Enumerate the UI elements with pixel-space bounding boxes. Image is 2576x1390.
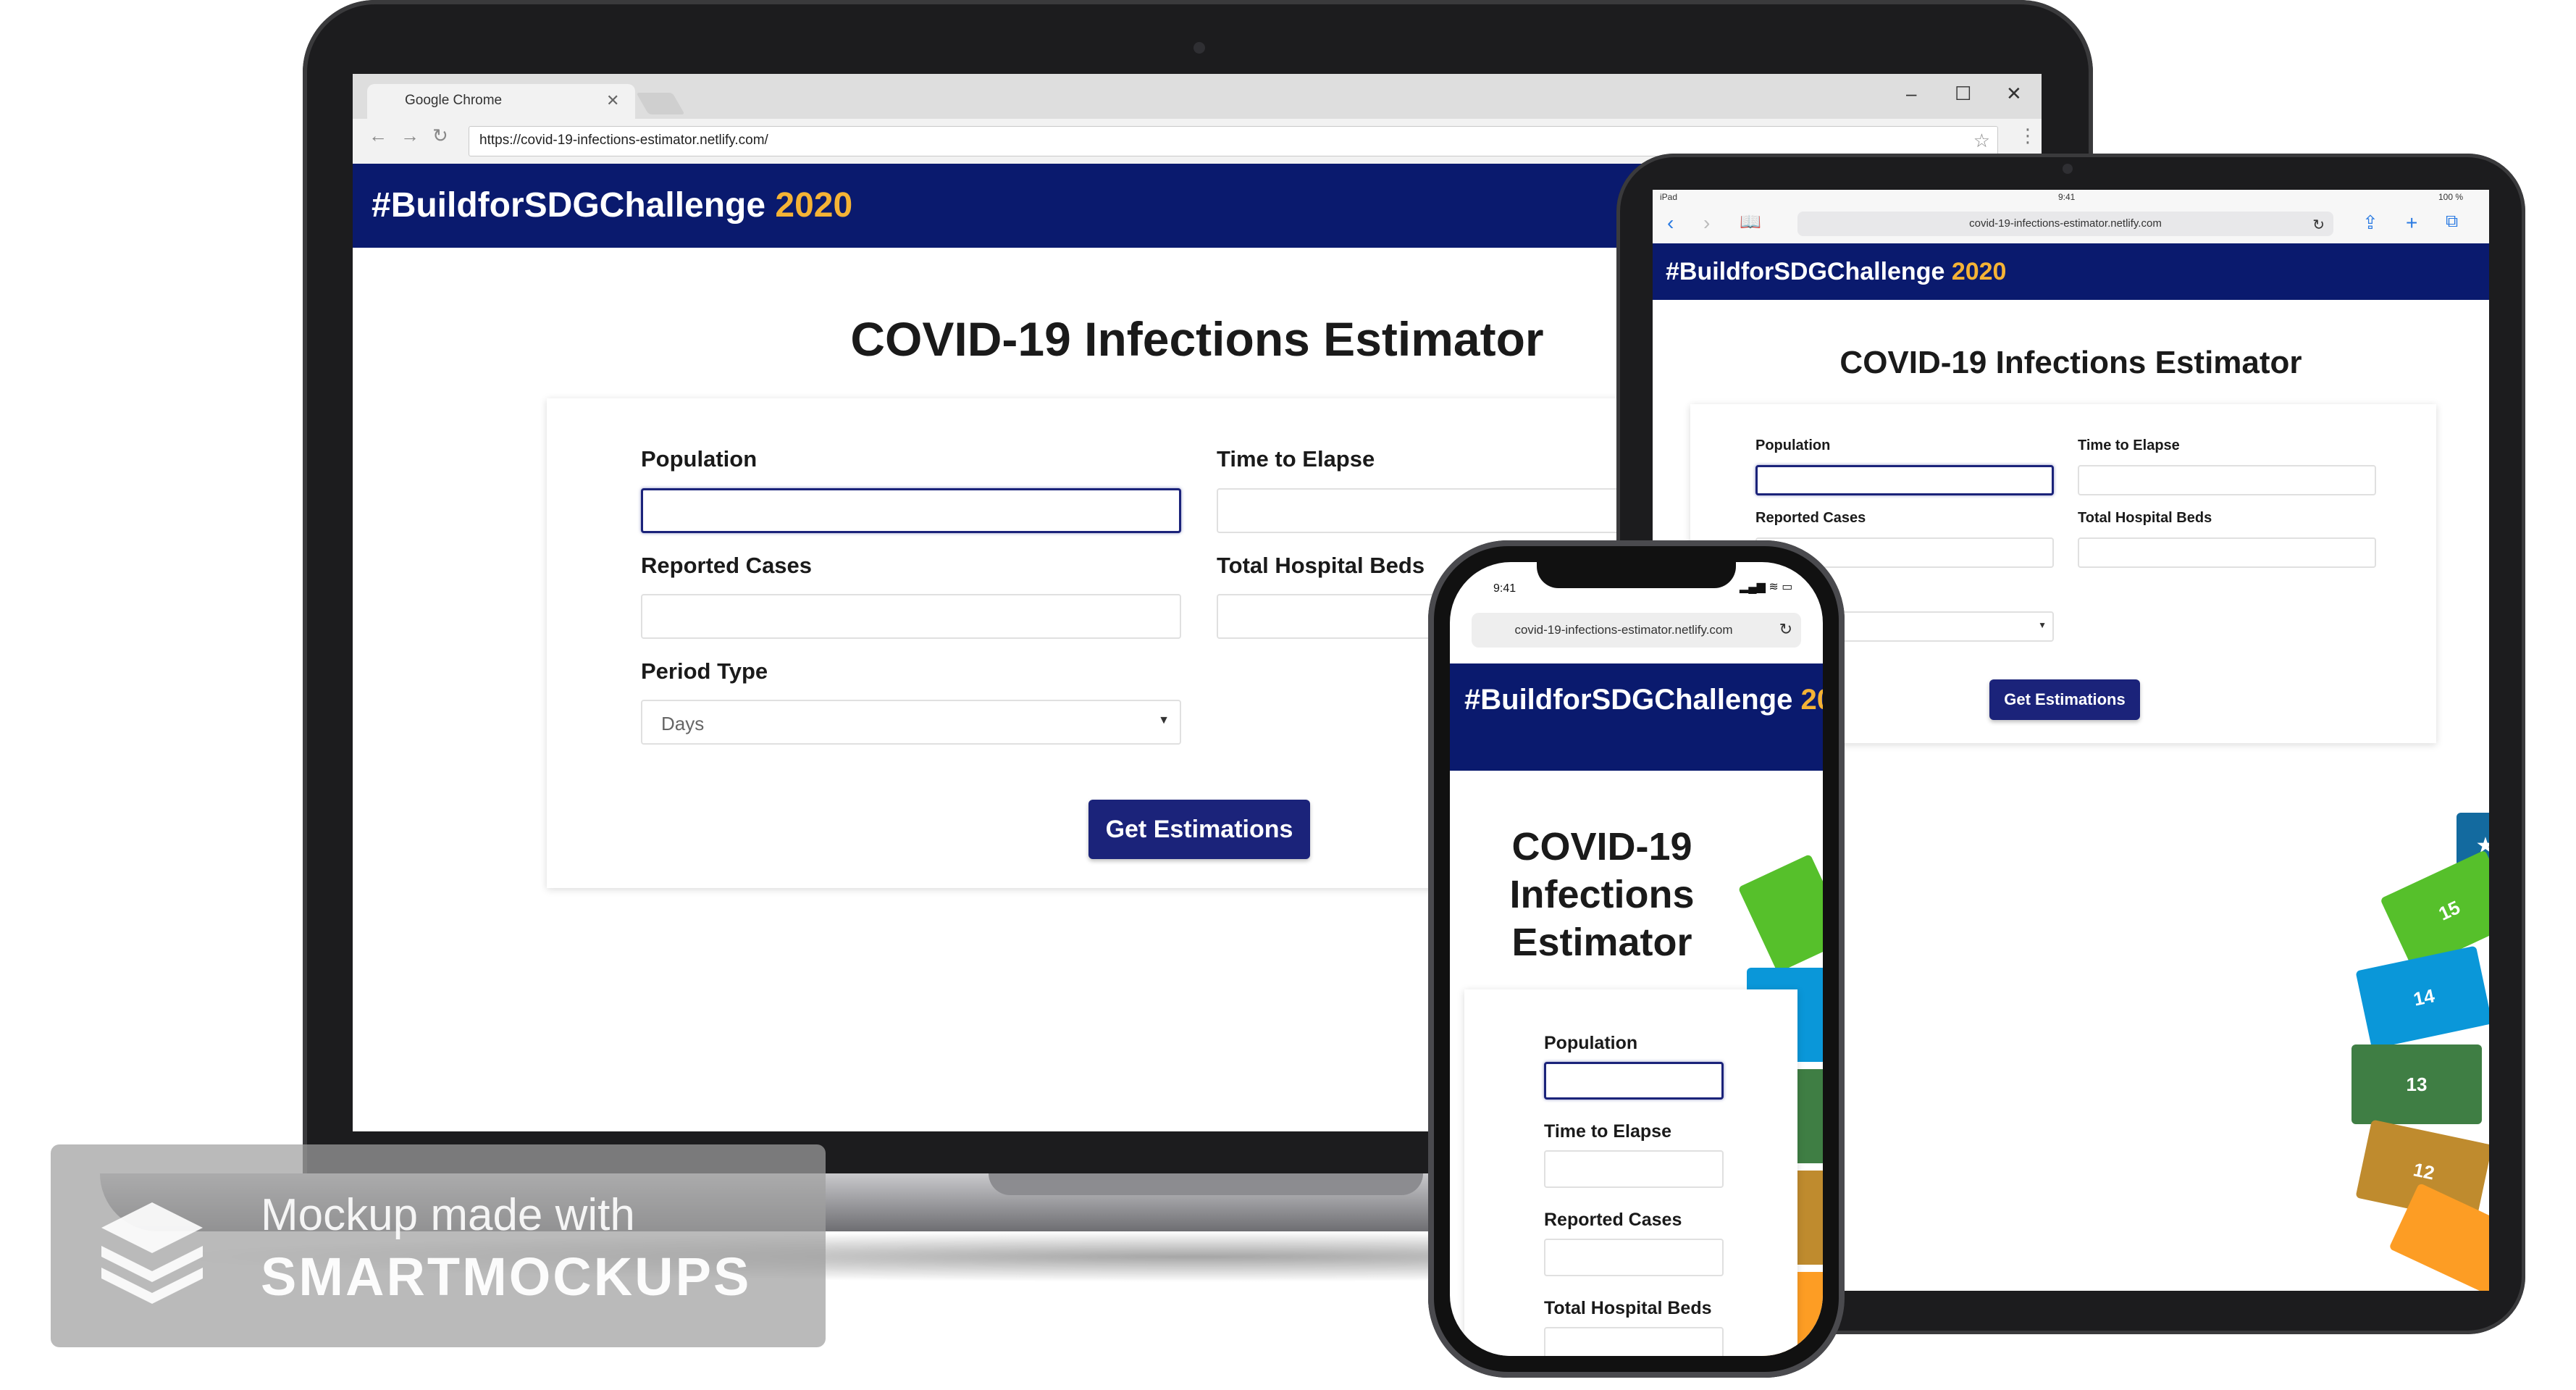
total-hospital-beds-label: Total Hospital Beds [2078,510,2212,526]
page-title: COVID-19 Infections Estimator [1839,345,2302,380]
safari-toolbar: ‹ › 📖 covid-19-infections-estimator.netl… [1653,204,2489,244]
signal-wifi-battery-icons: ▂▄▆ ≋ ▭ [1740,581,1793,593]
reported-cases-input[interactable] [641,594,1181,639]
reported-cases-label: Reported Cases [1755,510,1866,526]
header-year: 20 [1800,684,1823,716]
total-hospital-beds-label: Total Hospital Beds [1217,553,1425,578]
total-hospital-beds-input[interactable] [1544,1327,1724,1356]
sdg-number: 13 [2406,1073,2428,1095]
header-brand: #BuildforSDGChallenge [372,186,766,225]
time-to-elapse-label: Time to Elapse [1544,1121,1671,1142]
smartmockups-watermark: Mockup made with SMARTMOCKUPS [51,1144,826,1347]
reported-cases-input[interactable] [1544,1239,1724,1276]
address-bar-url: https://covid-19-infections-estimator.ne… [479,133,768,148]
ipad-battery: 100 % [2438,192,2464,202]
get-estimations-button[interactable]: Get Estimations [1989,679,2140,720]
total-hospital-beds-input[interactable] [2078,537,2376,568]
period-type-select[interactable]: Days ▼ [641,700,1181,745]
population-label: Population [641,446,758,472]
time-to-elapse-input[interactable] [2078,465,2376,495]
time-to-elapse-input[interactable] [1544,1150,1724,1188]
page-title-line: Infections [1509,873,1695,916]
header-brand: #BuildforSDGChallenge [1666,258,1945,285]
maximize-icon[interactable]: ☐ [1955,83,1971,105]
sdg-goal-15-tile [1737,853,1823,974]
period-type-label: Period Type [641,658,768,684]
tablet-camera [2063,164,2073,174]
chevron-down-icon: ▼ [2038,620,2047,630]
estimator-form-card: Population Time to Elapse Reported Cases… [1464,989,1797,1356]
chrome-tab[interactable]: Google Chrome ✕ [367,84,635,119]
sdg-number: 15 [2435,895,2464,925]
chrome-menu-icon[interactable]: ⋮ [2018,125,2037,147]
page-title-line: Estimator [1511,921,1692,964]
population-label: Population [1755,437,1831,453]
sdg-number: 14 [2411,984,2437,1010]
header-year: 2020 [775,186,853,225]
bookmarks-icon[interactable]: 📖 [1740,212,1761,233]
page-title-line: COVID-19 [1511,825,1692,868]
reload-icon[interactable]: ↻ [1779,620,1792,639]
population-label: Population [1544,1033,1638,1053]
sdg-goal-14-tile: 14 [2355,945,2489,1050]
time-to-elapse-label: Time to Elapse [2078,437,2180,453]
watermark-line1: Mockup made with [261,1190,635,1240]
back-arrow-icon[interactable]: ‹ [1667,212,1674,235]
header-year: 2020 [1951,258,2007,285]
stacked-layers-icon [101,1202,203,1304]
sdg-goal-13-tile: 13 [2351,1044,2482,1124]
back-arrow-icon[interactable]: ← [369,125,387,147]
phone-notch [1537,559,1736,588]
phone-screen: 9:41 ▂▄▆ ≋ ▭ covid-19-infections-estimat… [1450,562,1823,1356]
population-input[interactable] [641,488,1181,533]
new-tab-button[interactable] [636,93,685,114]
close-window-icon[interactable]: ✕ [2006,83,2022,105]
watermark-line2: SMARTMOCKUPS [261,1247,752,1307]
chrome-tab-strip: Google Chrome ✕ – ☐ ✕ [353,74,2042,119]
header-brand: #BuildforSDGChallenge [1464,684,1793,716]
chevron-down-icon: ▼ [1158,714,1170,727]
laptop-hinge-notch [989,1173,1423,1195]
header-brand-text: #BuildforSDGChallenge 2020 [1666,258,2006,286]
header-brand-text: #BuildforSDGChallenge 20 [1464,684,1823,716]
population-input[interactable] [1755,465,2054,495]
reported-cases-label: Reported Cases [1544,1210,1682,1230]
sdg-wheel-graphic: ★ 15 14 13 12 [2348,813,2489,1291]
forward-arrow-icon[interactable]: › [1703,212,1710,235]
close-tab-icon[interactable]: ✕ [606,91,619,110]
new-tab-icon[interactable]: + [2406,212,2417,235]
safari-address-bar-url: covid-19-infections-estimator.netlify.co… [1514,623,1733,637]
page-title: COVID-19 Infections Estimator [1479,823,1725,966]
phone-time: 9:41 [1493,582,1516,595]
ipad-time: 9:41 [2058,192,2076,202]
forward-arrow-icon[interactable]: → [400,125,419,147]
minimize-icon[interactable]: – [1906,83,1916,105]
reported-cases-label: Reported Cases [641,553,813,578]
laptop-camera [1193,42,1205,54]
sdg-number: 12 [2411,1157,2437,1184]
get-estimations-button[interactable]: Get Estimations [1088,800,1310,859]
total-hospital-beds-label: Total Hospital Beds [1544,1298,1712,1318]
app-header: #BuildforSDGChallenge 2020 [1653,243,2489,300]
app-header: #BuildforSDGChallenge 20 [1450,663,1823,771]
ipad-device-label: iPad [1660,192,1678,202]
time-to-elapse-label: Time to Elapse [1217,446,1375,472]
reload-icon[interactable]: ↻ [432,125,448,147]
chrome-tab-title: Google Chrome [405,93,503,108]
tabs-icon[interactable]: ⧉ [2446,212,2458,232]
safari-address-bar-url: covid-19-infections-estimator.netlify.co… [1969,217,2162,230]
population-input[interactable] [1544,1062,1724,1100]
period-type-value: Days [661,713,705,734]
address-bar[interactable]: https://covid-19-infections-estimator.ne… [469,126,1998,156]
bookmark-star-icon[interactable]: ☆ [1973,130,1990,152]
share-icon[interactable]: ⇪ [2362,212,2378,234]
ipad-status-bar: iPad 9:41 100 % [1653,190,2489,204]
reload-icon[interactable]: ↻ [2312,216,2325,234]
header-brand-text: #BuildforSDGChallenge 2020 [372,185,852,225]
safari-address-bar[interactable]: covid-19-infections-estimator.netlify.co… [1472,613,1801,648]
safari-address-bar[interactable]: covid-19-infections-estimator.netlify.co… [1797,212,2333,236]
